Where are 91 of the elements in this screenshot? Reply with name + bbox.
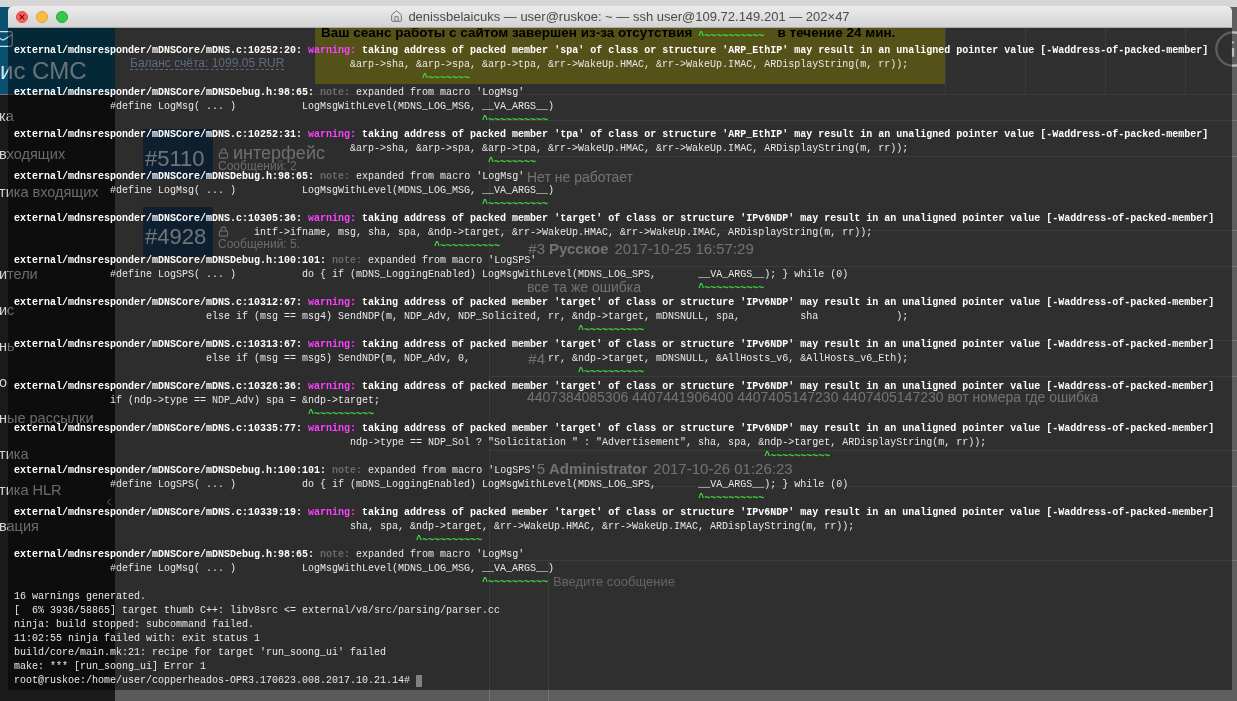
caret-underline: ^~~~~~~~~~~ (578, 367, 645, 378)
compiler-warning: external/mdnsresponder/mDNSCore/mDNS.c:10326:36: warning: taking address of packed member 'target' of class or structure 'IPv6NDP' may result in an unaligned pointer value [-Waddress-of-packed-member] (14, 381, 1215, 392)
build-output-line: ninja: build stopped: subcommand failed. (14, 619, 255, 630)
caret-underline: ^~~~~~~~ (488, 157, 537, 168)
source-code: #define LogSPS( ... ) (110, 269, 237, 280)
source-code: else if (msg == msg4) SendNDP(m, NDP_Adv, NDP_Solicited, rr, &ndp->target, mDNSNULL, spa, (206, 311, 741, 322)
message-number: #4 (528, 350, 545, 367)
ticket-number[interactable]: #5110 (145, 149, 205, 169)
message-number: #3 (528, 240, 545, 257)
caret-underline: ^~~~~~~~~~~ (578, 325, 645, 336)
caret-underline: ^~~~~~~~~~~ (416, 535, 483, 546)
source-code: do { if (mDNS_LoggingEnabled) LogMsgWithLevel(MDNS_LOG_SPS, (302, 479, 657, 490)
source-code: ndp->type == NDP_Sol ? "Solicitation " : "Advertisement", sha, spa, &ndp->target, ARDisplayString(m, rr)); (350, 437, 987, 448)
zoom-button[interactable] (56, 10, 68, 23)
source-code: LogMsgWithLevel(MDNS_LOG_MSG, __VA_ARGS__) (302, 101, 555, 112)
source-code: ); (896, 311, 909, 322)
sidebar-item[interactable]: ка (0, 107, 14, 125)
caret-underline: ^~~~~~~~~~~ (482, 577, 549, 588)
balance-link[interactable]: Баланс счёта: 1099.05 RUR (130, 57, 285, 70)
caret-underline: ^~~~~~~~~~~ (698, 493, 765, 504)
message-date: 2017-10-25 16:57:29 (614, 240, 754, 257)
home-icon (390, 10, 404, 23)
source-code: #define LogMsg( ... ) (110, 101, 237, 112)
session-expired-message: в течение 24 мин. (777, 25, 896, 41)
compiler-note: external/mdnsresponder/mDNSCore/mDNSDebug.h:100:101: note: expanded from macro 'LogSPS' (14, 465, 537, 476)
text-cursor (416, 675, 423, 687)
sidebar-item[interactable]: тика (0, 445, 29, 463)
caret-underline: ^~~~~~~~~~~ (698, 283, 765, 294)
source-code: __VA_ARGS__); } while (0) (698, 479, 849, 490)
caret-underline: ^~~~~~~~~~~ (482, 115, 549, 126)
sidebar-item[interactable]: тика HLR (0, 481, 62, 499)
source-code: LogMsgWithLevel(MDNS_LOG_MSG, __VA_ARGS__) (302, 563, 555, 574)
message-author: Administrator (549, 460, 648, 477)
session-expired-message: Ваш сеанс работы с сайтом завершен из-за отсутствия (321, 25, 693, 41)
build-output-line: 16 warnings generated. (14, 591, 147, 602)
sidebar-item[interactable]: о (0, 373, 8, 391)
compiler-warning: external/mdnsresponder/mDNSCore/mDNS.c:10305:36: warning: taking address of packed member 'target' of class or structure 'IPv6NDP' may result in an unaligned pointer value [-Waddress-of-packed-member] (14, 213, 1215, 224)
close-button[interactable] (16, 10, 28, 23)
build-output-line: build/core/main.mk:21: recipe for target 'run_soong_ui' failed (14, 647, 387, 658)
source-code: &arp->sha, &arp->spa, &arp->tpa, &rr->WakeUp.HMAC, &rr->WakeUp.IMAC, ARDisplayString(m, rr)); (350, 59, 909, 70)
logo-text[interactable]: ис СМС (0, 59, 87, 83)
build-output-line: make: *** [run_soong_ui] Error 1 (14, 661, 207, 672)
source-code: sha, spa, &ndp->target, &rr->WakeUp.HMAC, &rr->WakeUp.IMAC, ARDisplayString(m, rr)); (350, 521, 855, 532)
message-author: Русское (549, 240, 609, 257)
message-count: Сообщений: 5. (218, 239, 300, 250)
compiler-note: external/mdnsresponder/mDNSCore/mDNSDebug.h:98:65: note: expanded from macro 'LogMsg' (14, 87, 525, 98)
shell-prompt: root@ruskoe:/home/user/copperheados-OPR3.170623.008.2017.10.21.14# (14, 674, 411, 688)
source-code: do { if (mDNS_LoggingEnabled) LogMsgWithLevel(MDNS_LOG_SPS, (302, 269, 657, 280)
source-code: __VA_ARGS__); } while (0) (698, 269, 849, 280)
source-code: if (ndp->type == NDP_Adv) spa = &ndp->target; (110, 395, 381, 406)
sidebar-item[interactable]: ители (0, 265, 38, 283)
close-icon (19, 13, 25, 20)
compiler-note: external/mdnsresponder/mDNSCore/mDNSDebug.h:98:65: note: expanded from macro 'LogMsg' (14, 171, 525, 182)
compiler-note: external/mdnsresponder/mDNSCore/mDNSDebug.h:100:101: note: expanded from macro 'LogSPS' (14, 255, 537, 266)
caret-underline: ^~~~~~~~~~~ (482, 199, 549, 210)
sidebar-item[interactable]: вация (0, 517, 39, 535)
compiler-warning: external/mdnsresponder/mDNSCore/mDNS.c:10339:19: warning: taking address of packed member 'target' of class or structure 'IPv6NDP' may result in an unaligned pointer value [-Waddress-of-packed-member] (14, 507, 1215, 518)
sidebar-item[interactable]: нь (0, 337, 15, 355)
source-code: else if (msg == msg5) SendNDP(m, NDP_Adv, 0, (206, 353, 471, 364)
compiler-warning: external/mdnsresponder/mDNSCore/mDNS.c:10313:67: warning: taking address of packed member 'target' of class or structure 'IPv6NDP' may result in an unaligned pointer value [-Waddress-of-packed-member] (14, 339, 1215, 350)
source-code: sha (800, 311, 819, 322)
message-text: все та же ошибка (527, 279, 641, 295)
ticket-title[interactable]: интерфейс (233, 145, 325, 161)
source-code: rr, &ndp->target, mDNSNULL, &AllHosts_v6, &AllHosts_v6_Eth); (548, 353, 909, 364)
caret-underline: ^~~~~~~~~~~ (698, 31, 765, 42)
build-output-line: [ 6% 3936/58865] target thumb C++: libv8src <= external/v8/src/parsing/parser.cc (14, 605, 501, 616)
compiler-warning: external/mdnsresponder/mDNSCore/mDNS.c:10312:67: warning: taking address of packed member 'target' of class or structure 'IPv6NDP' may result in an unaligned pointer value [-Waddress-of-packed-member] (14, 297, 1215, 308)
source-code: #define LogSPS( ... ) (110, 479, 237, 490)
message-count: Сообщений: 2 (218, 161, 297, 172)
message-date: 2017-10-26 01:26:23 (653, 460, 793, 477)
caret-underline: ^~~~~~~~~~~ (434, 241, 501, 252)
sidebar-item[interactable]: ис (0, 301, 15, 319)
caret-underline: ^~~~~~~~ (422, 73, 471, 84)
source-code: &arp->sha, &arp->spa, &arp->tpa, &rr->WakeUp.HMAC, &rr->WakeUp.IMAC, ARDisplayString(m, rr)); (350, 143, 909, 154)
message-number: 5 (536, 460, 545, 477)
source-code: #define LogMsg( ... ) (110, 185, 237, 196)
caret-underline: ^~~~~~~~~~~ (308, 409, 375, 420)
build-output-line: 11:02:55 ninja failed with: exit status 1 (14, 633, 261, 644)
compiler-note: external/mdnsresponder/mDNSCore/mDNSDebug.h:98:65: note: expanded from macro 'LogMsg' (14, 549, 525, 560)
caret-underline: ^~~~~~~~~~~ (764, 451, 831, 462)
source-code: intf->ifname, msg, sha, spa, &ndp->target, &rr->WakeUp.HMAC, &rr->WakeUp.IMAC, ARDisplayString(m, rr)); (254, 227, 873, 238)
ticket-number[interactable]: #4928 (145, 227, 207, 247)
source-code: #define LogMsg( ... ) (110, 563, 237, 574)
window-title: denissbelaicuks — user@ruskoe: ~ — ssh user@109.72.149.201 — 202×47 (408, 8, 850, 25)
message-text: Нет не работает (527, 169, 633, 185)
sidebar-item[interactable]: тика входящих (0, 183, 99, 201)
compiler-warning: external/mdnsresponder/mDNSCore/mDNS.c:10252:20: warning: taking address of packed member 'spa' of class or structure 'ARP_EthIP' may result in an unaligned pointer value [-Waddress-of-packed-member] (14, 45, 1209, 56)
compiler-warning: external/mdnsresponder/mDNSCore/mDNS.c:10252:31: warning: taking address of packed member 'tpa' of class or structure 'ARP_EthIP' may result in an unaligned pointer value [-Waddress-of-packed-member] (14, 129, 1209, 140)
source-code: LogMsgWithLevel(MDNS_LOG_MSG, __VA_ARGS__) (302, 185, 555, 196)
sidebar-item[interactable]: входящих (0, 145, 66, 163)
minimize-button[interactable] (36, 10, 48, 23)
